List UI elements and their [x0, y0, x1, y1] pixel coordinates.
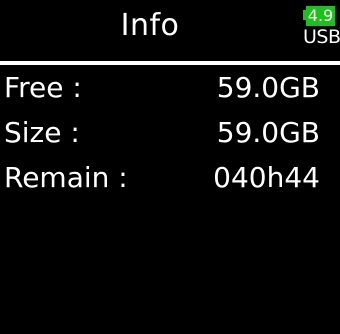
free-value: 59.0GB: [216, 71, 320, 104]
battery-indicator: 4.9 USB: [303, 6, 340, 52]
info-row-remain: Remain : 040h44: [0, 155, 340, 201]
info-screen: Info 4.9 USB Free : 59.0GB Size : 59.0GB…: [0, 0, 340, 334]
size-label: Size :: [4, 116, 80, 149]
info-row-free: Free : 59.0GB: [0, 65, 340, 111]
battery-level: 4.9: [306, 6, 335, 26]
page-title: Info: [120, 8, 180, 43]
free-label: Free :: [4, 71, 82, 104]
size-value: 59.0GB: [216, 116, 320, 149]
power-source-label: USB: [303, 26, 340, 48]
title-bar: Info 4.9 USB: [0, 0, 340, 60]
info-row-size: Size : 59.0GB: [0, 110, 340, 156]
remain-label: Remain :: [4, 161, 128, 194]
remain-value: 040h44: [213, 161, 320, 194]
